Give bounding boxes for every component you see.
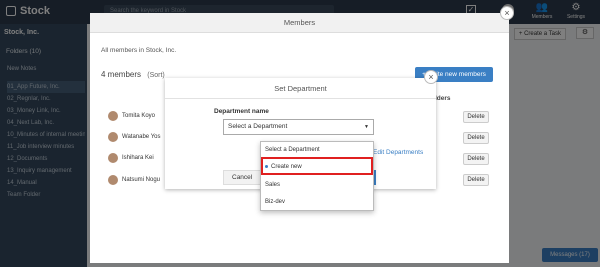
member-name: Natsumi Nogu	[122, 177, 161, 183]
member-row: Natsumi Nogu	[108, 175, 160, 185]
delete-member-button[interactable]: Delete	[463, 174, 489, 186]
members-subtitle: All members in Stock, Inc.	[101, 47, 177, 54]
dropdown-option[interactable]: Select a Department	[261, 143, 373, 157]
member-name: Watanabe Yos	[122, 134, 161, 140]
set-department-title: Set Department	[165, 78, 436, 99]
close-icon: ×	[428, 72, 434, 82]
chevron-down-icon: ▼	[364, 124, 369, 130]
member-name: Tomita Koyo	[122, 113, 156, 119]
members-modal-title: Members	[90, 13, 509, 33]
member-name: Ishihara Kei	[122, 155, 154, 161]
dropdown-option[interactable]: Sales	[261, 178, 373, 192]
avatar	[108, 132, 118, 142]
department-select-value: Select a Department	[228, 123, 288, 130]
avatar	[108, 111, 118, 121]
member-row: Watanabe Yos	[108, 132, 160, 142]
member-row: Ishihara Kei	[108, 153, 154, 163]
department-name-label: Department name	[214, 108, 269, 115]
avatar	[108, 153, 118, 163]
delete-member-button[interactable]: Delete	[463, 153, 489, 165]
dropdown-option[interactable]: Biz-dev	[261, 195, 373, 209]
delete-member-button[interactable]: Delete	[463, 111, 489, 123]
close-members-button[interactable]: ×	[500, 6, 514, 20]
close-dept-button[interactable]: ×	[424, 70, 438, 84]
members-count-text: 4 members	[101, 70, 142, 79]
member-row: Tomita Koyo	[108, 111, 155, 121]
members-count: 4 members (Sort)	[101, 70, 165, 79]
cancel-button[interactable]: Cancel	[223, 170, 263, 185]
department-dropdown: Select a Department Create new Sales Biz…	[260, 141, 374, 211]
edit-departments-link[interactable]: Edit Departments	[373, 149, 423, 156]
avatar	[108, 175, 118, 185]
delete-member-button[interactable]: Delete	[463, 132, 489, 144]
close-icon: ×	[504, 8, 510, 18]
department-select[interactable]: Select a Department ▼	[223, 119, 374, 135]
sort-link[interactable]: (Sort)	[147, 72, 165, 79]
highlight-box	[261, 157, 373, 175]
